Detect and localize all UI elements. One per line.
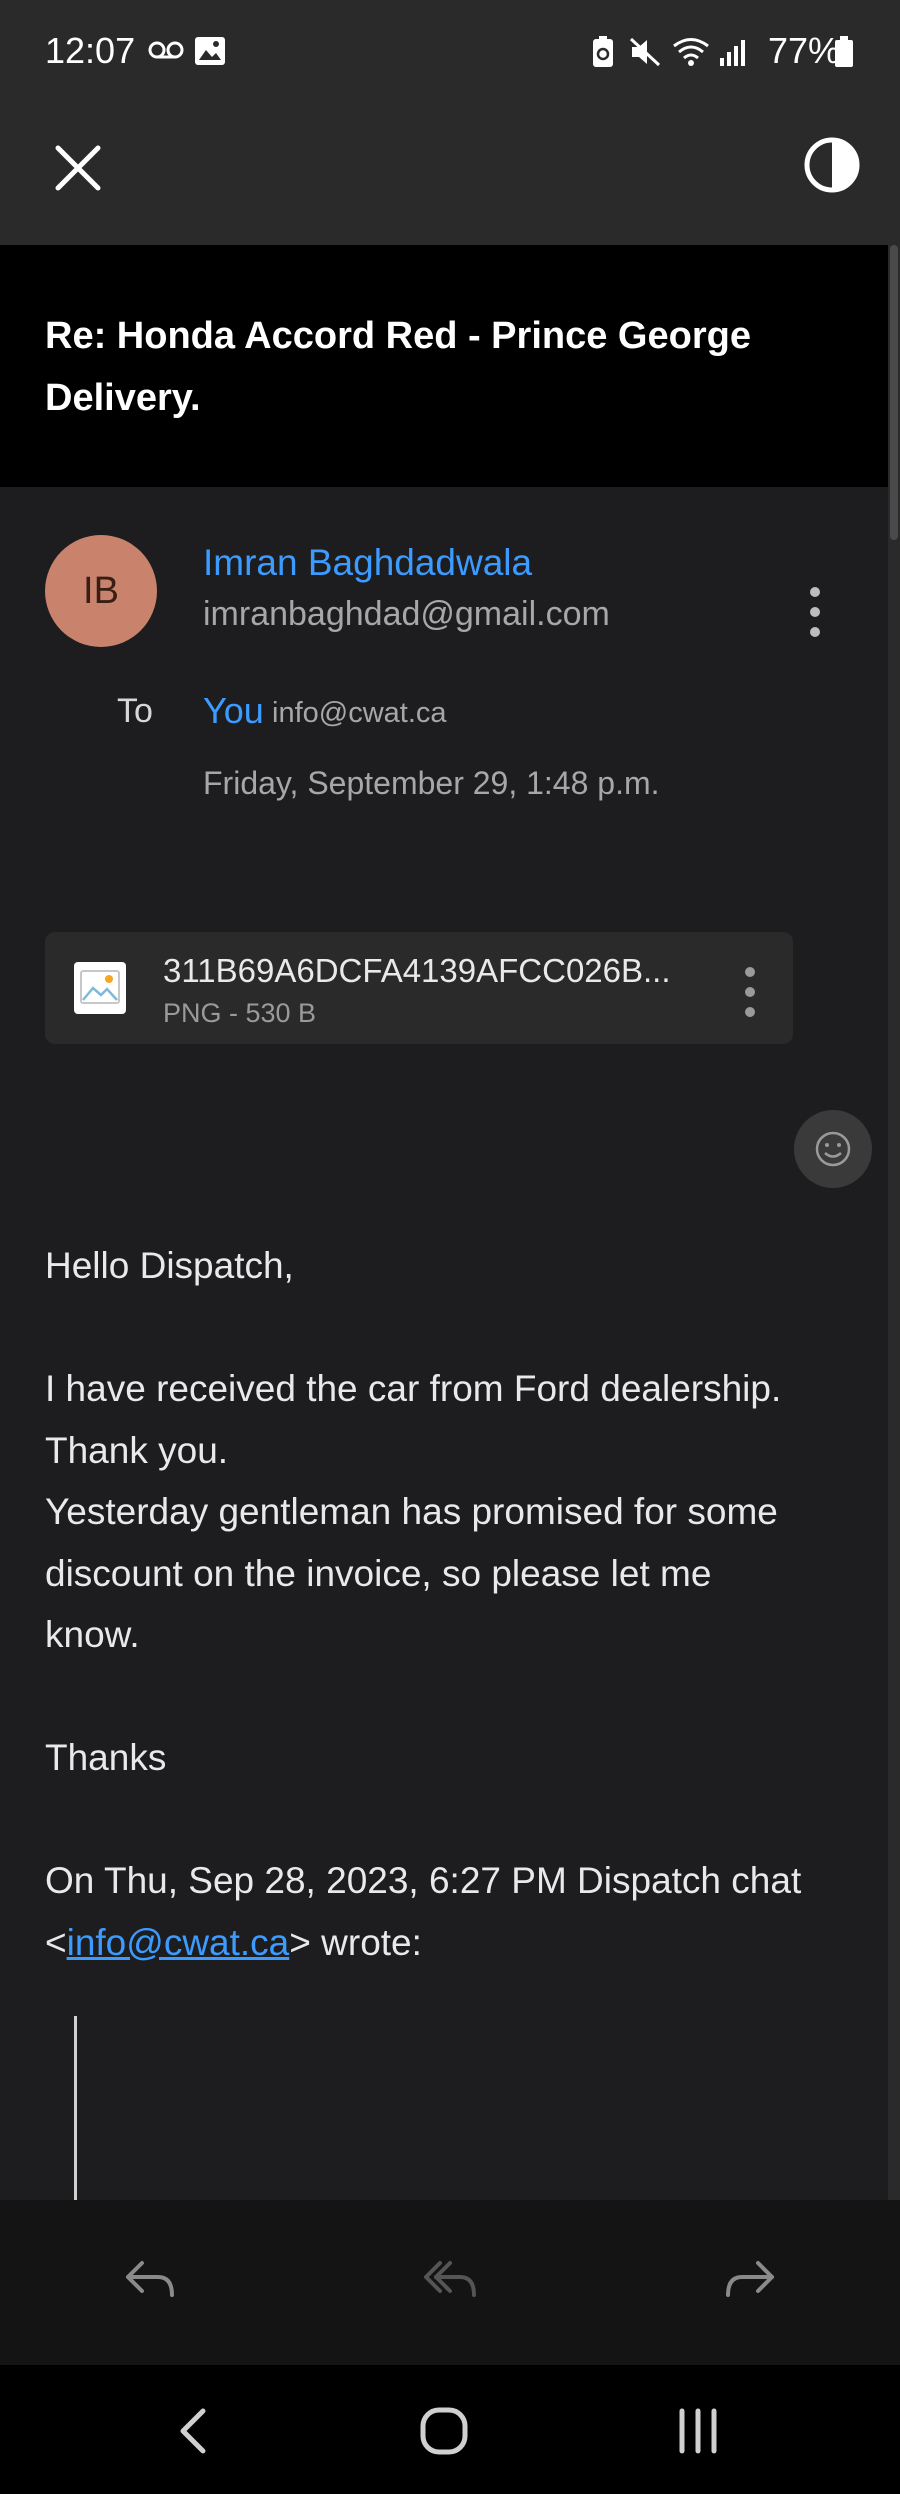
image-file-icon [74,962,126,1014]
greeting: Hello Dispatch, [45,1245,294,1286]
system-nav-bar [0,2365,900,2494]
scrollbar-thumb[interactable] [890,245,898,540]
recipient-email: info@cwat.ca [272,697,447,729]
sender-email: imranbaghdad@gmail.com [203,595,610,633]
body-line: know. [45,1614,140,1655]
wifi-icon [673,38,709,66]
attachment-more-icon[interactable] [735,960,765,1024]
quote-wrote: > wrote: [289,1921,422,1963]
sender-name[interactable]: Imran Baghdadwala [203,542,532,584]
quote-header: On Thu, Sep 28, 2023, 6:27 PM Dispatch c… [45,1860,802,1901]
battery-level: 77% [767,30,840,71]
quote-lt: < [45,1921,67,1963]
image-notification-icon [195,37,225,65]
body-line: I have received the car from Ford dealer… [45,1368,782,1409]
emoji-icon [815,1131,851,1167]
recent-apps-icon[interactable] [668,2403,728,2459]
close-icon[interactable] [48,138,108,198]
attachment-card[interactable]: 311B69A6DCFA4139AFCC026B... PNG - 530 B [45,932,793,1044]
body-line: Thank you. [45,1429,229,1471]
attachment-name: 311B69A6DCFA4139AFCC026B... [163,952,671,989]
forward-icon[interactable] [720,2255,780,2305]
avatar-initials: IB [83,569,119,612]
reply-all-icon[interactable] [420,2255,480,2305]
app-header: 12:07 77% [0,0,900,245]
signal-icon [720,40,745,66]
more-vertical-icon[interactable] [800,580,830,644]
subject-bar: Re: Honda Accord Red - Prince George Del… [0,245,888,487]
voicemail-icon [148,41,184,59]
message-body: Hello Dispatch, I have received the car … [45,1235,865,1973]
battery-saver-icon [593,36,613,67]
contrast-icon[interactable] [802,135,862,195]
to-label: To [117,692,153,730]
body-line: Yesterday gentleman has promised for som… [45,1491,778,1532]
avatar[interactable]: IB [45,535,157,647]
battery-icon [835,36,853,67]
quote-bar [74,2016,77,2200]
mute-icon [629,37,661,67]
quote-email-link[interactable]: info@cwat.ca [67,1922,290,1963]
emoji-reaction-button[interactable] [794,1110,872,1188]
email-date: Friday, September 29, 1:48 p.m. [203,765,660,801]
body-line: discount on the invoice, so please let m… [45,1552,712,1594]
email-subject: Re: Honda Accord Red - Prince George Del… [45,315,751,419]
status-time: 12:07 [45,30,136,71]
status-bar: 12:07 77% [0,0,900,105]
quote-header-line2: <info@cwat.ca> wrote: [45,1912,865,1974]
attachment-meta: PNG - 530 B [163,998,317,1028]
signoff: Thanks [45,1737,167,1778]
action-bar [0,2200,900,2365]
reply-icon[interactable] [120,2255,180,2305]
recipient-name[interactable]: You [203,690,264,732]
home-icon[interactable] [414,2403,474,2459]
back-icon[interactable] [165,2403,225,2459]
